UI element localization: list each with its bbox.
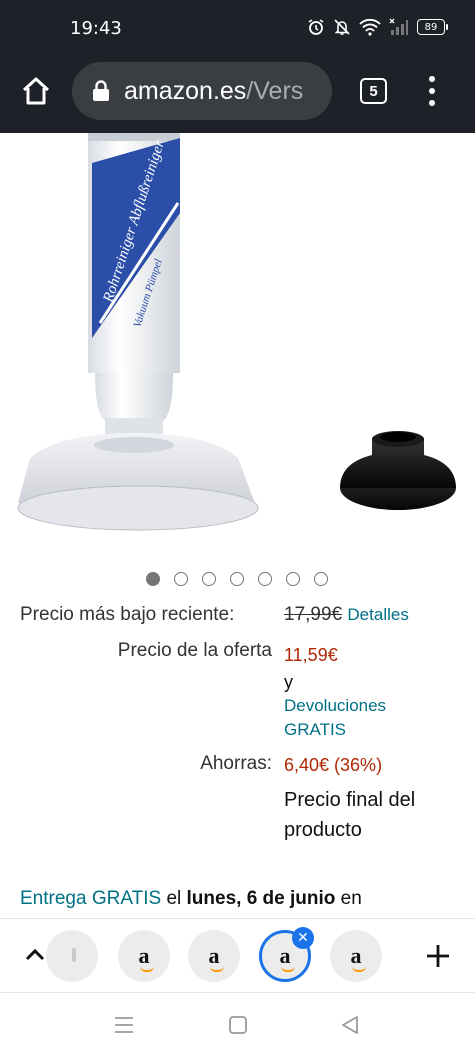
free-returns-link-line2[interactable]: GRATIS bbox=[284, 720, 346, 740]
amazon-logo-icon: a bbox=[138, 943, 154, 972]
chevron-up-icon[interactable] bbox=[24, 947, 46, 961]
tab-count: 5 bbox=[369, 82, 378, 100]
bell-off-icon bbox=[334, 19, 350, 35]
offer-price-label: Precio de la oferta bbox=[117, 640, 272, 661]
tab-thumbnail-5[interactable]: a bbox=[330, 930, 382, 982]
delivery-en: en bbox=[340, 888, 362, 909]
recents-menu-icon[interactable] bbox=[113, 1015, 135, 1035]
carousel-dot[interactable] bbox=[230, 572, 244, 586]
amazon-logo-icon: a bbox=[350, 943, 366, 972]
alarm-icon bbox=[308, 19, 324, 35]
url-path: /Vers bbox=[246, 76, 304, 105]
battery-icon: 89 bbox=[417, 19, 448, 35]
delivery-date: lunes, 6 de junio bbox=[186, 888, 336, 909]
status-time: 19:43 bbox=[70, 18, 122, 39]
free-delivery-link[interactable]: Entrega GRATIS bbox=[20, 888, 161, 909]
final-price-note-line2: producto bbox=[284, 819, 362, 841]
carousel-dot[interactable] bbox=[314, 572, 328, 586]
url-bar[interactable]: amazon.es/Vers bbox=[72, 62, 332, 120]
lock-icon bbox=[93, 80, 109, 101]
delivery-el: el bbox=[166, 888, 182, 909]
tab-switcher-button[interactable]: 5 bbox=[360, 78, 387, 104]
savings-label: Ahorras: bbox=[200, 753, 272, 774]
carousel-dot[interactable] bbox=[174, 572, 188, 586]
wifi-icon bbox=[359, 18, 381, 36]
tab-thumbnail-4[interactable]: a ✕ bbox=[259, 927, 314, 982]
home-icon[interactable] bbox=[20, 75, 52, 107]
status-bar: 19:43 89 bbox=[0, 0, 475, 60]
savings-value: 6,40€ (36%) bbox=[284, 755, 383, 775]
browser-top-bar: 19:43 89 amazon.es/Vers 5 bbox=[0, 0, 475, 133]
recent-low-price: 17,99€ bbox=[284, 604, 343, 625]
tab-partial[interactable] bbox=[46, 930, 98, 982]
product-image[interactable]: Rohrreiniger Abflußreiniger Vakuum Pümpe… bbox=[0, 133, 475, 553]
signal-icon bbox=[389, 18, 408, 35]
carousel-dot[interactable] bbox=[258, 572, 272, 586]
amazon-logo-icon: a bbox=[279, 943, 295, 972]
system-navigation-bar bbox=[0, 992, 475, 1056]
image-carousel-dots bbox=[146, 572, 328, 586]
amazon-logo-icon: a bbox=[208, 943, 224, 972]
new-tab-plus-icon[interactable] bbox=[425, 943, 451, 969]
tab-thumbnail-2[interactable]: a bbox=[118, 930, 170, 982]
carousel-dot[interactable] bbox=[202, 572, 216, 586]
tab-strip: a a a ✕ a bbox=[0, 918, 475, 992]
battery-level: 89 bbox=[424, 21, 438, 33]
close-tab-icon[interactable]: ✕ bbox=[292, 927, 314, 949]
status-icons: 89 bbox=[307, 18, 448, 36]
carousel-dot[interactable] bbox=[146, 572, 160, 586]
and-text: y bbox=[284, 672, 293, 692]
offer-price: 11,59€ bbox=[284, 645, 338, 665]
url-domain: amazon.es bbox=[124, 76, 247, 105]
recent-low-label: Precio más bajo reciente: bbox=[20, 604, 235, 625]
back-triangle-icon[interactable] bbox=[340, 1015, 360, 1035]
overflow-menu-icon[interactable] bbox=[424, 76, 440, 106]
home-square-icon[interactable] bbox=[228, 1015, 248, 1035]
details-link[interactable]: Detalles bbox=[347, 605, 408, 624]
final-price-note-line1: Precio final del bbox=[284, 789, 416, 811]
delivery-info: Entrega GRATIS el lunes, 6 de junio en bbox=[20, 888, 362, 910]
carousel-dot[interactable] bbox=[286, 572, 300, 586]
recent-low-row: 17,99€ Detalles bbox=[284, 604, 409, 626]
tab-thumbnail-3[interactable]: a bbox=[188, 930, 240, 982]
free-returns-link-line1[interactable]: Devoluciones bbox=[284, 696, 386, 716]
